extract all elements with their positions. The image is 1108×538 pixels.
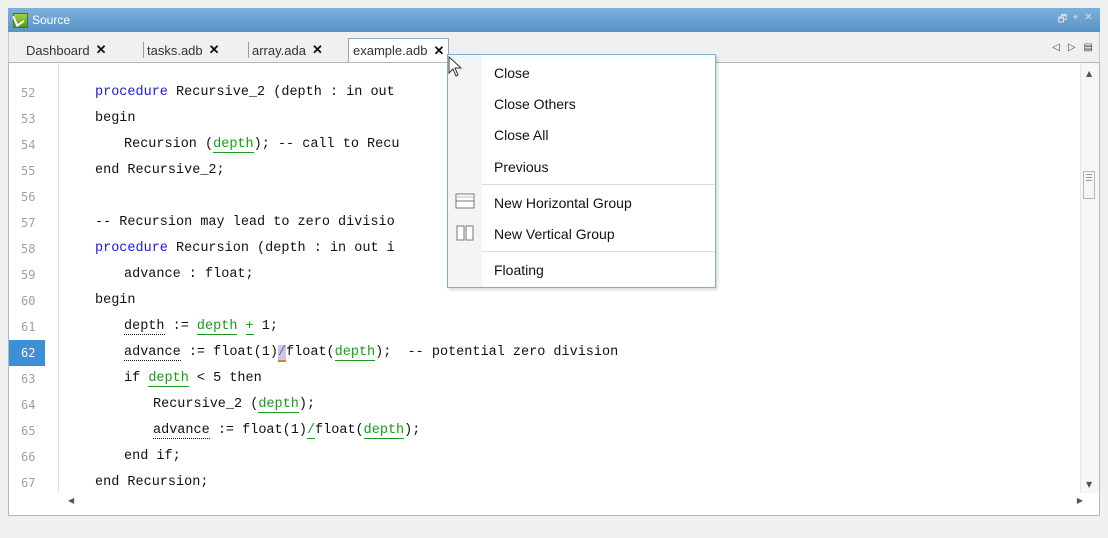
menu-item-new-horizontal-group[interactable]: New Horizontal Group	[494, 191, 632, 215]
vertical-scrollbar[interactable]: ▲ ▼	[1080, 63, 1099, 493]
scroll-up-icon[interactable]: ▲	[1086, 69, 1092, 78]
line-number: 67	[21, 476, 36, 490]
mouse-cursor-icon	[448, 56, 463, 77]
code-line-current: advance := float(1)/float(depth); -- pot…	[124, 345, 619, 362]
code-line: procedure Recursive_2 (depth : in out	[95, 85, 395, 100]
variable-token: depth	[334, 345, 376, 361]
code-line: advance : float;	[124, 267, 254, 282]
code-line: if depth < 5 then	[124, 371, 262, 387]
menu-separator	[482, 184, 715, 185]
variable-token: depth	[196, 319, 238, 335]
menu-separator	[482, 251, 715, 252]
code-line: -- Recursion may lead to zero divisio	[95, 215, 395, 230]
code-line: advance := float(1)/float(depth);	[153, 423, 421, 439]
tab-list-icon[interactable]: ▤	[1084, 42, 1093, 53]
horizontal-group-icon	[455, 193, 475, 209]
tab-array[interactable]: array.ada ✕	[248, 40, 323, 60]
line-number: 61	[21, 320, 36, 334]
menu-item-new-vertical-group[interactable]: New Vertical Group	[494, 222, 615, 246]
tab-label: Dashboard	[26, 42, 90, 58]
tab-navigation: ◁ ▷ ▤	[1052, 42, 1093, 53]
scroll-thumb[interactable]	[1083, 171, 1095, 199]
menu-item-close[interactable]: Close	[494, 61, 530, 85]
line-number: 65	[21, 424, 36, 438]
code-line: procedure Recursion (depth : in out i	[95, 241, 395, 256]
tab-example[interactable]: example.adb ✕	[348, 38, 450, 62]
tab-separator	[143, 42, 144, 58]
variable-token: advance	[153, 423, 210, 439]
tab-label: tasks.adb	[147, 42, 203, 58]
app-logo-icon	[13, 12, 28, 28]
code-line: begin	[95, 293, 136, 308]
window-titlebar: Source 🗗 ⌖ ✕	[8, 8, 1100, 32]
tab-tasks[interactable]: tasks.adb ✕	[143, 40, 220, 60]
scroll-left-icon[interactable]: ◀	[68, 496, 74, 505]
variable-token: depth	[124, 319, 165, 335]
operator-token: /	[306, 423, 316, 439]
scroll-down-icon[interactable]: ▼	[1086, 480, 1092, 489]
code-line: depth := depth + 1;	[124, 319, 278, 335]
line-number: 64	[21, 398, 36, 412]
line-number: 66	[21, 450, 36, 464]
variable-token: depth	[363, 423, 405, 439]
zero-division-marker: /	[277, 345, 287, 362]
line-number: 60	[21, 294, 36, 308]
line-number: 54	[21, 138, 36, 152]
menu-item-close-others[interactable]: Close Others	[494, 92, 576, 116]
line-number: 63	[21, 372, 36, 386]
close-window-icon[interactable]: ✕	[1083, 12, 1094, 29]
scroll-right-icon[interactable]: ▶	[1077, 496, 1083, 505]
code-line: Recursion (depth); -- call to Recu	[124, 137, 400, 153]
code-line: end Recursive_2;	[95, 163, 225, 178]
line-number: 52	[21, 86, 36, 100]
tab-close-icon[interactable]: ✕	[312, 42, 323, 58]
line-number: 51	[9, 63, 57, 71]
variable-token: advance	[124, 345, 181, 361]
horizontal-scrollbar[interactable]: ◀ ▶	[58, 493, 1083, 511]
line-number: 58	[21, 242, 36, 256]
tab-label: example.adb	[353, 43, 428, 58]
window-actions: 🗗 ⌖ ✕	[1057, 12, 1094, 29]
vertical-group-icon	[456, 225, 474, 241]
line-number: 55	[21, 164, 36, 178]
variable-token: depth	[213, 137, 254, 153]
tab-dashboard[interactable]: Dashboard ✕	[26, 40, 107, 60]
tab-next-icon[interactable]: ▷	[1068, 42, 1076, 53]
line-number-gutter: 51 52 53 54 55 56 57 58 59 60 61 62 63 6…	[9, 63, 59, 493]
line-number: 56	[21, 190, 36, 204]
menu-icon-column	[448, 55, 482, 287]
code-line: end if;	[124, 449, 181, 464]
tab-close-icon[interactable]: ✕	[96, 42, 107, 58]
line-number: 57	[21, 216, 36, 230]
tab-close-icon[interactable]: ✕	[433, 43, 444, 59]
variable-token: depth	[258, 397, 299, 413]
restore-icon[interactable]: 🗗	[1057, 12, 1068, 29]
line-number-highlighted: 62	[9, 340, 45, 366]
pin-icon[interactable]: ⌖	[1070, 12, 1081, 29]
variable-token: depth	[148, 371, 189, 387]
menu-item-floating[interactable]: Floating	[494, 258, 544, 282]
tab-context-menu: Close Close Others Close All Previous Ne…	[447, 54, 716, 288]
window-title: Source	[32, 13, 71, 27]
menu-item-close-all[interactable]: Close All	[494, 123, 548, 147]
code-line: Recursive_2 (depth);	[153, 397, 316, 413]
tab-label: array.ada	[252, 42, 306, 58]
code-line: begin	[95, 111, 136, 126]
tab-prev-icon[interactable]: ◁	[1052, 42, 1060, 53]
tab-close-icon[interactable]: ✕	[209, 42, 220, 58]
tab-separator	[248, 42, 249, 58]
line-number: 59	[21, 268, 36, 282]
line-number: 53	[21, 112, 36, 126]
menu-item-previous[interactable]: Previous	[494, 155, 548, 179]
operator-token: +	[245, 319, 254, 335]
